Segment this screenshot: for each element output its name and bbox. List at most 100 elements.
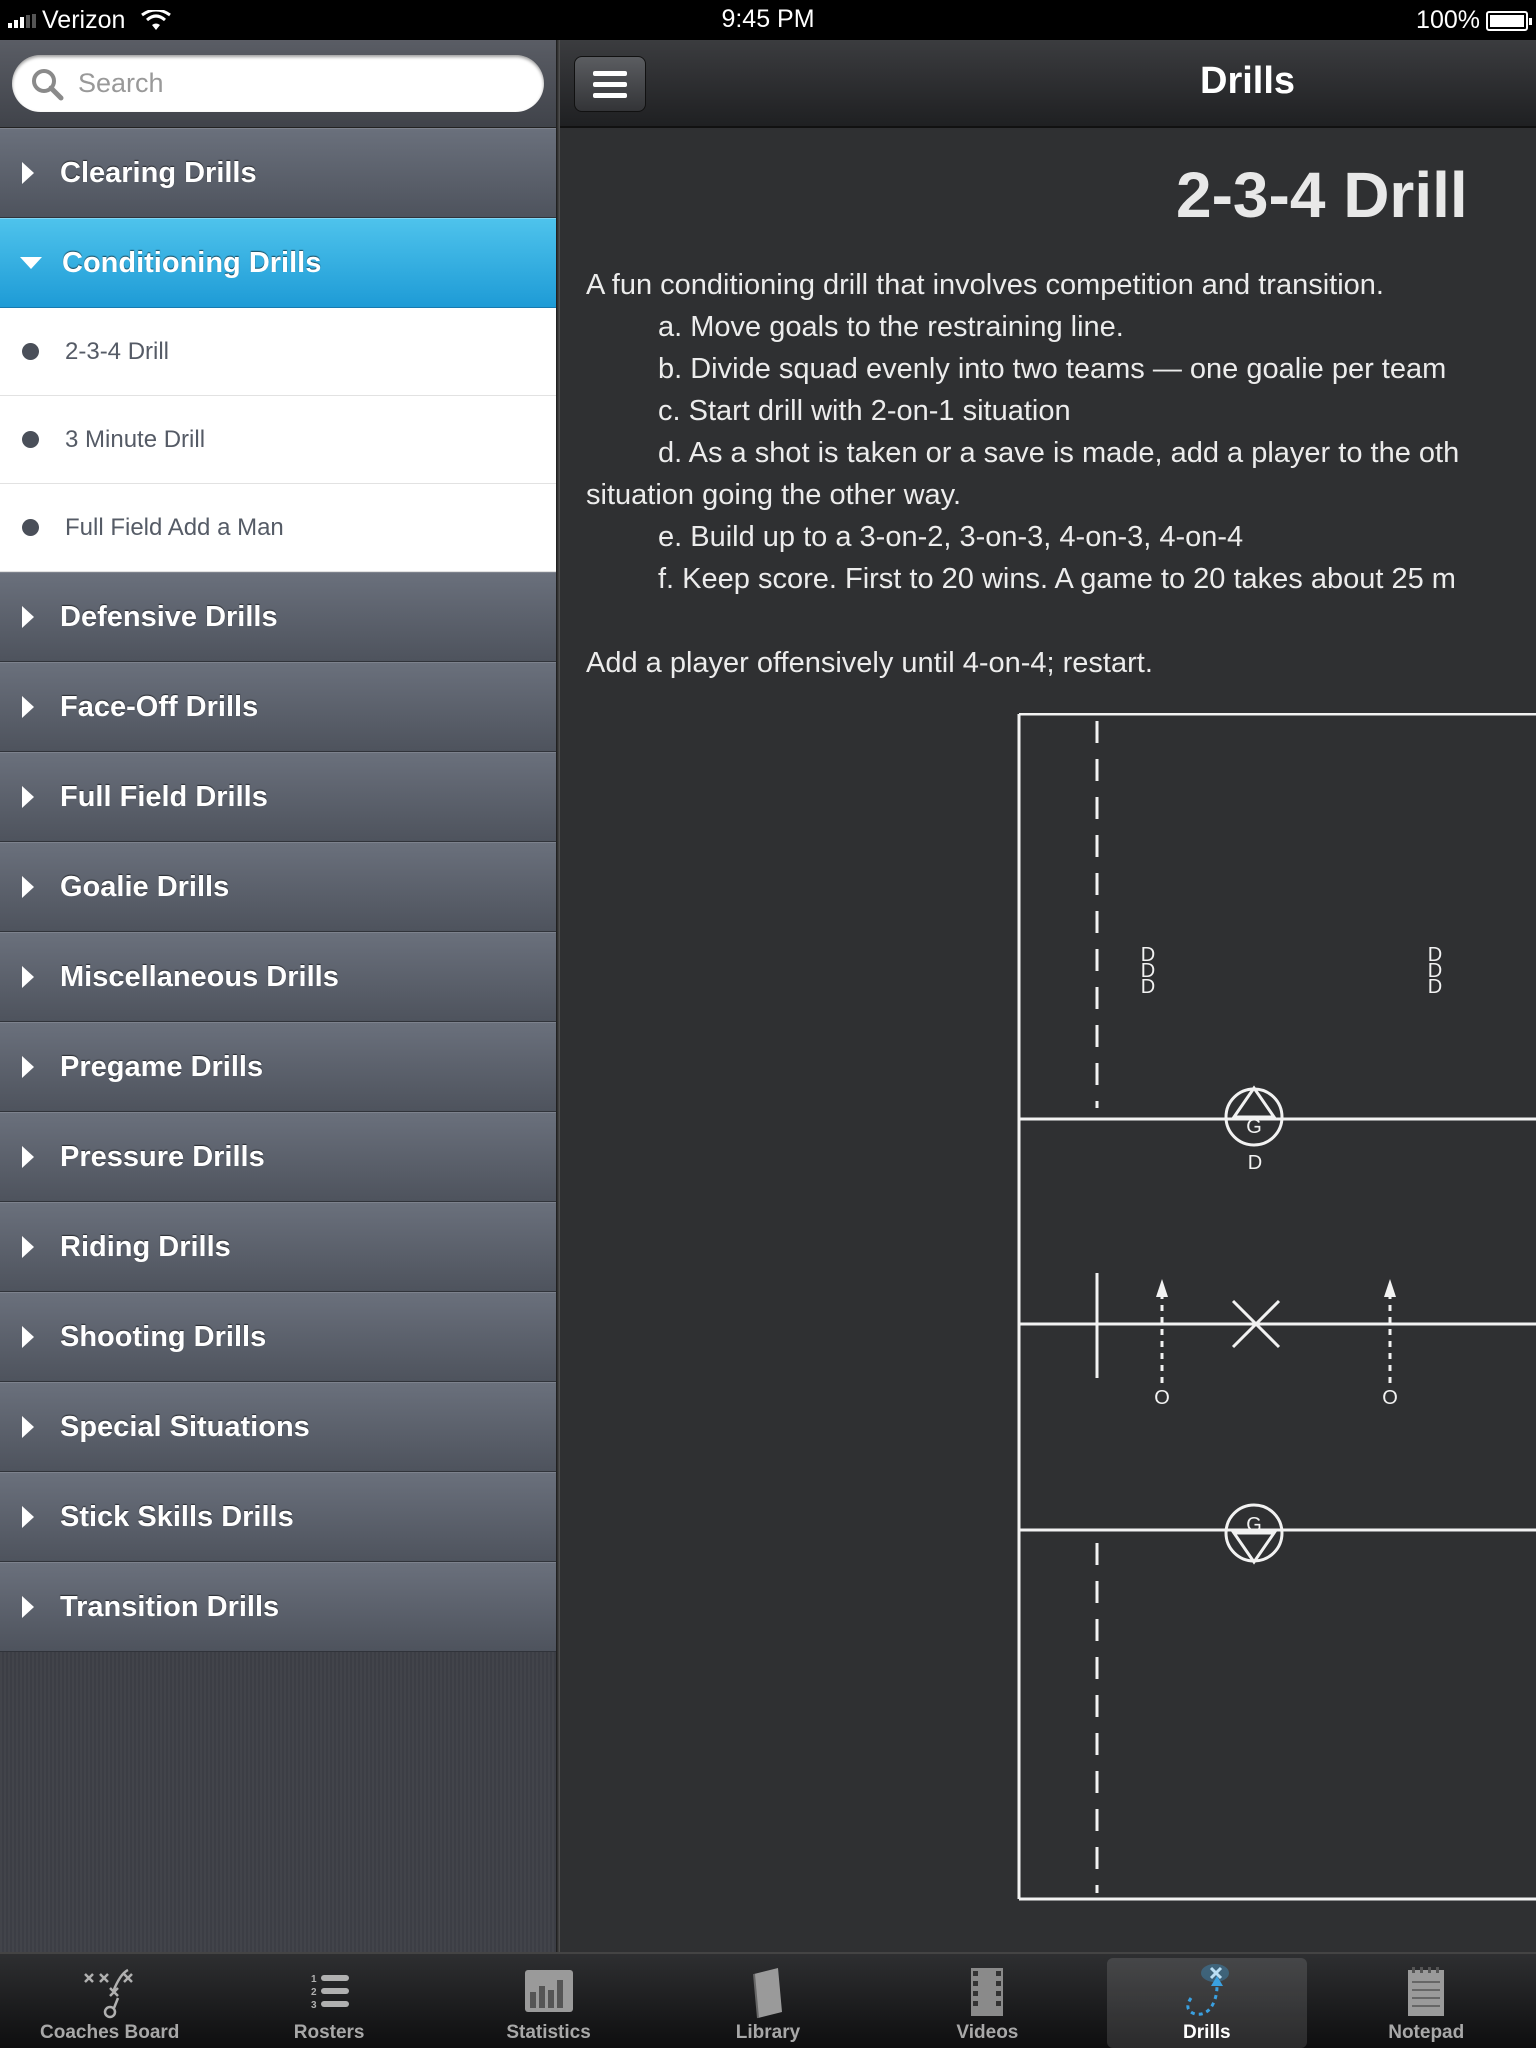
tab-label: Coaches Board [40, 2022, 180, 2043]
tab-library[interactable]: Library [658, 1954, 877, 2048]
coaches-board-icon [83, 1968, 133, 2019]
tab-label: Drills [1183, 2022, 1231, 2043]
category-label: Stick Skills Drills [60, 1500, 294, 1533]
search-input[interactable] [78, 68, 498, 99]
disclosure-arrow-icon [22, 1596, 34, 1618]
menu-icon [593, 70, 627, 76]
goalie-mark: G [1246, 1514, 1262, 1536]
defender-mark: D [1248, 1152, 1262, 1174]
category-full-field-drills[interactable]: Full Field Drills [0, 752, 556, 842]
tab-label: Videos [956, 2022, 1019, 2043]
battery-percent: 100% [1416, 6, 1480, 34]
category-face-off-drills[interactable]: Face-Off Drills [0, 662, 556, 752]
category-label: Defensive Drills [60, 600, 278, 633]
drill-step: a. Move goals to the restraining line. [658, 311, 1124, 343]
category-label: Full Field Drills [60, 780, 268, 813]
category-transition-drills[interactable]: Transition Drills [0, 1562, 556, 1652]
tab-label: Library [735, 2022, 801, 2043]
category-clearing-drills[interactable]: Clearing Drills [0, 128, 556, 218]
clock: 9:45 PM [721, 5, 815, 33]
category-label: Face-Off Drills [60, 690, 259, 723]
drill-intro: A fun conditioning drill that involves c… [586, 269, 1384, 301]
disclosure-arrow-icon [22, 1236, 34, 1258]
disclosure-arrow-icon [22, 162, 34, 184]
category-stick-skills-drills[interactable]: Stick Skills Drills [0, 1472, 556, 1562]
statistics-icon [524, 1970, 573, 2012]
category-shooting-drills[interactable]: Shooting Drills [0, 1292, 556, 1382]
category-special-situations[interactable]: Special Situations [0, 1382, 556, 1472]
svg-text:2: 2 [311, 1987, 317, 1998]
drill-item-label: 2-3-4 Drill [65, 337, 170, 365]
nav-bar: Drills [560, 40, 1536, 128]
bullet-icon [22, 343, 39, 360]
disclosure-arrow-icon [22, 606, 34, 628]
category-label: Shooting Drills [60, 1320, 267, 1353]
goalie-mark: G [1246, 1116, 1262, 1138]
tab-statistics[interactable]: Statistics [439, 1954, 658, 2048]
category-riding-drills[interactable]: Riding Drills [0, 1202, 556, 1292]
category-conditioning-drills[interactable]: Conditioning Drills [0, 218, 556, 308]
search-field[interactable] [12, 55, 544, 112]
disclosure-arrow-icon [22, 696, 34, 718]
rosters-icon: 1 2 3 [311, 1974, 350, 2011]
disclosure-arrow-icon [22, 876, 34, 898]
sidebar: Clearing Drills Conditioning Drills 2-3-… [0, 40, 556, 1952]
tab-label: Notepad [1388, 2022, 1465, 2043]
category-label: Transition Drills [60, 1590, 280, 1623]
menu-button[interactable] [574, 56, 646, 112]
drill-step: e. Build up to a 3-on-2, 3-on-3, 4-on-3,… [658, 521, 1244, 553]
offense-mark: O [1382, 1387, 1398, 1409]
battery-info: 100% [1416, 6, 1532, 35]
drill-step-continued: situation going the other way. [586, 479, 962, 511]
category-label: Miscellaneous Drills [60, 960, 339, 993]
bullet-icon [22, 431, 39, 448]
disclosure-arrow-icon [22, 1146, 34, 1168]
tab-bar: Coaches Board 1 2 3 Rosters Statistics Lib… [0, 1952, 1536, 2048]
tab-coaches-board[interactable]: Coaches Board [0, 1954, 219, 2048]
category-goalie-drills[interactable]: Goalie Drills [0, 842, 556, 932]
disclosure-arrow-icon [22, 1506, 34, 1528]
disclosure-arrow-icon [22, 1056, 34, 1078]
expanded-arrow-icon [20, 257, 42, 269]
tab-rosters[interactable]: 1 2 3 Rosters [219, 1954, 438, 2048]
drill-item-3-minute[interactable]: 3 Minute Drill [0, 396, 556, 484]
drill-step: b. Divide squad evenly into two teams — … [658, 353, 1447, 385]
disclosure-arrow-icon [22, 966, 34, 988]
drills-icon [1186, 1964, 1229, 2016]
category-label: Riding Drills [60, 1230, 231, 1263]
tab-drills[interactable]: Drills [1097, 1954, 1316, 2048]
tab-label: Statistics [506, 2022, 591, 2043]
offense-mark: O [1154, 1387, 1170, 1409]
drill-title: 2-3-4 Drill [1176, 159, 1468, 231]
category-label: Special Situations [60, 1410, 310, 1443]
drill-item-full-field-add-a-man[interactable]: Full Field Add a Man [0, 484, 556, 572]
category-label: Pressure Drills [60, 1140, 265, 1173]
tab-notepad[interactable]: Notepad [1317, 1954, 1536, 2048]
status-bar: Verizon 9:45 PM 100% [0, 0, 1536, 40]
category-pregame-drills[interactable]: Pregame Drills [0, 1022, 556, 1112]
notepad-icon [1408, 1967, 1445, 2016]
drill-diagram: D D D D D D G D O O G [1017, 713, 1536, 1901]
category-defensive-drills[interactable]: Defensive Drills [0, 572, 556, 662]
drill-item-2-3-4[interactable]: 2-3-4 Drill [0, 308, 556, 396]
bullet-icon [22, 519, 39, 536]
disclosure-arrow-icon [22, 786, 34, 808]
search-icon [32, 68, 64, 100]
drill-step: f. Keep score. First to 20 wins. A game … [658, 563, 1456, 595]
drill-item-label: Full Field Add a Man [65, 513, 284, 541]
category-pressure-drills[interactable]: Pressure Drills [0, 1112, 556, 1202]
category-miscellaneous-drills[interactable]: Miscellaneous Drills [0, 932, 556, 1022]
disclosure-arrow-icon [22, 1326, 34, 1348]
drill-note: Add a player offensively until 4-on-4; r… [586, 647, 1153, 679]
drill-step: c. Start drill with 2-on-1 situation [658, 395, 1071, 427]
disclosure-arrow-icon [22, 1416, 34, 1438]
tab-label: Rosters [293, 2022, 365, 2043]
tab-videos[interactable]: Videos [878, 1954, 1097, 2048]
drill-step: d. As a shot is taken or a save is made,… [658, 437, 1460, 469]
category-label: Clearing Drills [60, 156, 257, 189]
category-label: Goalie Drills [60, 870, 230, 903]
category-label: Pregame Drills [60, 1050, 264, 1083]
category-label: Conditioning Drills [62, 246, 322, 279]
detail-panel: Drills 2-3-4 Drill A fun conditioning dr… [560, 40, 1536, 1952]
drill-item-label: 3 Minute Drill [65, 425, 206, 453]
